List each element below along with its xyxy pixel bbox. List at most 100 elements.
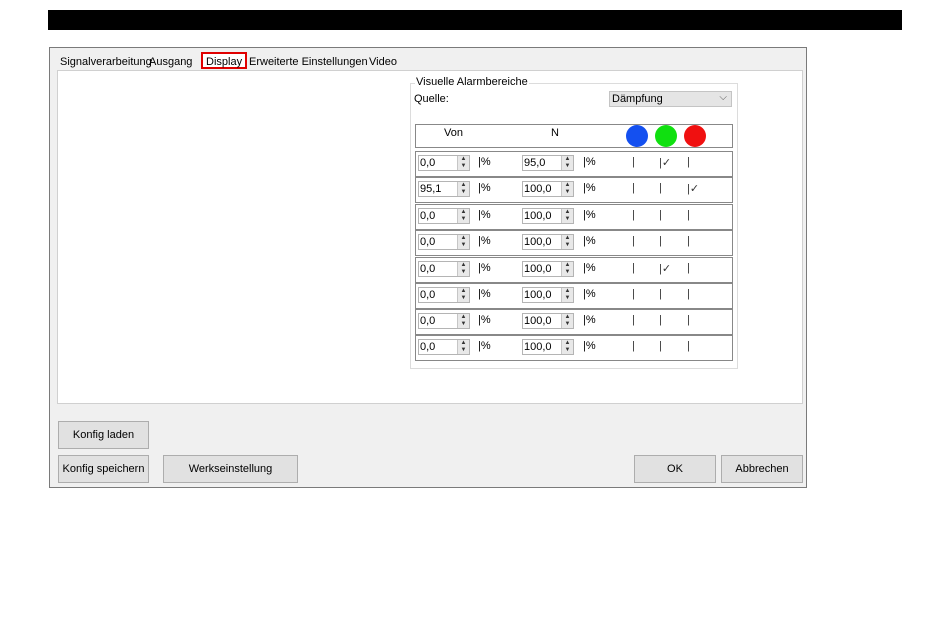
save-config-button[interactable]: Konfig speichern xyxy=(58,455,149,483)
n-spinbox[interactable]: 100,0 ▲ ▼ xyxy=(522,208,574,224)
red-checkbox[interactable]: | xyxy=(687,314,690,326)
n-spinbox[interactable]: 100,0 ▲ ▼ xyxy=(522,181,574,197)
spin-arrows-icon[interactable]: ▲ ▼ xyxy=(457,209,469,223)
green-checkbox[interactable]: |✓ xyxy=(659,156,671,169)
spin-arrows-icon[interactable]: ▲ ▼ xyxy=(561,235,573,249)
green-checkbox[interactable]: | xyxy=(659,182,662,194)
red-checkbox[interactable]: | xyxy=(687,156,690,168)
green-checkbox[interactable]: | xyxy=(659,235,662,247)
von-unit: |% xyxy=(478,288,491,300)
von-value: 95,1 xyxy=(420,183,442,195)
spin-arrows-icon[interactable]: ▲ ▼ xyxy=(561,209,573,223)
spin-arrows-icon[interactable]: ▲ ▼ xyxy=(457,288,469,302)
spin-arrows-icon[interactable]: ▲ ▼ xyxy=(457,156,469,170)
n-spinbox[interactable]: 100,0 ▲ ▼ xyxy=(522,234,574,250)
von-unit: |% xyxy=(478,340,491,352)
tab-ausgang[interactable]: Ausgang xyxy=(147,54,194,70)
blue-checkbox[interactable]: | xyxy=(632,235,635,247)
blue-checkbox[interactable]: | xyxy=(632,209,635,221)
green-checkbox[interactable]: | xyxy=(659,288,662,300)
spin-arrows-icon[interactable]: ▲ ▼ xyxy=(457,314,469,328)
von-spinbox[interactable]: 0,0 ▲ ▼ xyxy=(418,234,470,250)
von-spinbox[interactable]: 95,1 ▲ ▼ xyxy=(418,181,470,197)
n-unit: |% xyxy=(583,288,596,300)
n-unit: |% xyxy=(583,209,596,221)
blue-checkbox[interactable]: | xyxy=(632,156,635,168)
red-checkbox[interactable]: | xyxy=(687,235,690,247)
red-checkbox[interactable]: | xyxy=(687,340,690,352)
load-config-button[interactable]: Konfig laden xyxy=(58,421,149,449)
n-spinbox[interactable]: 100,0 ▲ ▼ xyxy=(522,287,574,303)
von-spinbox[interactable]: 0,0 ▲ ▼ xyxy=(418,313,470,329)
green-checkbox[interactable]: | xyxy=(659,209,662,221)
tab-video[interactable]: Video xyxy=(367,54,399,70)
n-spinbox[interactable]: 100,0 ▲ ▼ xyxy=(522,261,574,277)
blue-checkbox[interactable]: | xyxy=(632,340,635,352)
red-checkbox[interactable]: | xyxy=(687,262,690,274)
check-icon: ✓ xyxy=(661,263,672,275)
spin-arrows-icon[interactable]: ▲ ▼ xyxy=(457,182,469,196)
spin-arrows-icon[interactable]: ▲ ▼ xyxy=(561,262,573,276)
alarm-row: 0,0 ▲ ▼ |% 100,0 ▲ ▼ |% | | | xyxy=(415,204,733,230)
alarm-row: 0,0 ▲ ▼ |% 95,0 ▲ ▼ |% | |✓ | xyxy=(415,151,733,177)
von-unit: |% xyxy=(478,235,491,247)
spin-arrows-icon[interactable]: ▲ ▼ xyxy=(561,340,573,354)
cancel-button[interactable]: Abbrechen xyxy=(721,455,803,483)
n-value: 100,0 xyxy=(524,315,552,327)
von-unit: |% xyxy=(478,156,491,168)
n-unit: |% xyxy=(583,262,596,274)
red-checkbox[interactable]: |✓ xyxy=(687,182,699,195)
von-spinbox[interactable]: 0,0 ▲ ▼ xyxy=(418,155,470,171)
blue-checkbox[interactable]: | xyxy=(632,288,635,300)
n-value: 100,0 xyxy=(524,341,552,353)
von-spinbox[interactable]: 0,0 ▲ ▼ xyxy=(418,261,470,277)
red-checkbox[interactable]: | xyxy=(687,209,690,221)
von-value: 0,0 xyxy=(420,289,436,301)
von-unit: |% xyxy=(478,262,491,274)
n-spinbox[interactable]: 95,0 ▲ ▼ xyxy=(522,155,574,171)
blue-checkbox[interactable]: | xyxy=(632,262,635,274)
check-icon: ✓ xyxy=(689,183,700,195)
tab-display[interactable]: Display xyxy=(201,52,248,69)
tab-signalverarbeitung[interactable]: Signalverarbeitung xyxy=(58,54,154,70)
alarm-row: 0,0 ▲ ▼ |% 100,0 ▲ ▼ |% | | | xyxy=(415,230,733,256)
spin-arrows-icon[interactable]: ▲ ▼ xyxy=(561,288,573,302)
spin-arrows-icon[interactable]: ▲ ▼ xyxy=(457,262,469,276)
n-value: 100,0 xyxy=(524,263,552,275)
alarm-row: 0,0 ▲ ▼ |% 100,0 ▲ ▼ |% | |✓ | xyxy=(415,257,733,283)
spin-arrows-icon[interactable]: ▲ ▼ xyxy=(457,340,469,354)
blue-checkbox[interactable]: | xyxy=(632,314,635,326)
chevron-down-icon: ⌵ xyxy=(719,92,727,103)
header-n: N xyxy=(551,127,559,139)
check-icon: ✓ xyxy=(661,157,672,169)
spin-arrows-icon[interactable]: ▲ ▼ xyxy=(561,182,573,196)
spin-arrows-icon[interactable]: ▲ ▼ xyxy=(561,314,573,328)
tab-erweiterte-einstellungen[interactable]: Erweiterte Einstellungen xyxy=(247,54,370,70)
n-spinbox[interactable]: 100,0 ▲ ▼ xyxy=(522,313,574,329)
green-checkbox[interactable]: |✓ xyxy=(659,262,671,275)
n-spinbox[interactable]: 100,0 ▲ ▼ xyxy=(522,339,574,355)
spin-arrows-icon[interactable]: ▲ ▼ xyxy=(457,235,469,249)
ok-button[interactable]: OK xyxy=(634,455,716,483)
von-spinbox[interactable]: 0,0 ▲ ▼ xyxy=(418,339,470,355)
n-value: 100,0 xyxy=(524,236,552,248)
green-checkbox[interactable]: | xyxy=(659,340,662,352)
source-label: Quelle: xyxy=(414,93,449,105)
von-value: 0,0 xyxy=(420,341,436,353)
blue-checkbox[interactable]: | xyxy=(632,182,635,194)
green-checkbox[interactable]: | xyxy=(659,314,662,326)
n-unit: |% xyxy=(583,314,596,326)
alarm-row: 95,1 ▲ ▼ |% 100,0 ▲ ▼ |% | | |✓ xyxy=(415,177,733,203)
n-value: 100,0 xyxy=(524,210,552,222)
alarm-row: 0,0 ▲ ▼ |% 100,0 ▲ ▼ |% | | | xyxy=(415,309,733,335)
von-unit: |% xyxy=(478,182,491,194)
alarm-row: 0,0 ▲ ▼ |% 100,0 ▲ ▼ |% | | | xyxy=(415,283,733,309)
green-color-icon xyxy=(655,125,677,147)
von-spinbox[interactable]: 0,0 ▲ ▼ xyxy=(418,208,470,224)
factory-settings-button[interactable]: Werkseinstellung xyxy=(163,455,298,483)
n-value: 100,0 xyxy=(524,289,552,301)
spin-arrows-icon[interactable]: ▲ ▼ xyxy=(561,156,573,170)
von-spinbox[interactable]: 0,0 ▲ ▼ xyxy=(418,287,470,303)
red-checkbox[interactable]: | xyxy=(687,288,690,300)
source-select[interactable]: Dämpfung ⌵ xyxy=(609,91,732,107)
